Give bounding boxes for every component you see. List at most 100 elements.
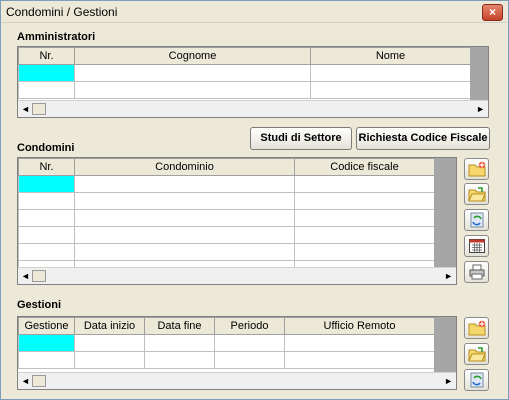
gestioni-table: Gestione Data inizio Data fine Periodo U… — [18, 317, 435, 369]
table-header: Nr. Condominio Codice fiscale — [18, 158, 435, 176]
scroll-left-icon[interactable]: ◄ — [21, 104, 30, 114]
grid-cell[interactable] — [74, 334, 145, 352]
folder-open-icon — [468, 187, 486, 202]
condomini-label: Condomini — [17, 142, 75, 154]
horizontal-scrollbar[interactable]: ◄ ► — [18, 267, 456, 284]
studi-di-settore-button[interactable]: Studi di Settore — [250, 127, 352, 150]
column-header-data-fine[interactable]: Data fine — [144, 317, 215, 335]
table-row[interactable] — [18, 243, 435, 261]
grid-cell[interactable] — [310, 64, 471, 82]
scroll-right-icon[interactable]: ► — [476, 104, 485, 114]
column-header-condominio[interactable]: Condominio — [74, 158, 295, 176]
amministratori-grid: Nr. Cognome Nome ◄ ► — [17, 46, 489, 118]
amministratori-label: Amministratori — [17, 31, 96, 43]
grid-cell[interactable] — [294, 192, 435, 210]
condomini-table: Nr. Condominio Codice fiscale — [18, 158, 435, 278]
grid-cell[interactable] — [294, 175, 435, 193]
grid-cell[interactable] — [294, 226, 435, 244]
table-header: Gestione Data inizio Data fine Periodo U… — [18, 317, 435, 335]
folder-new-icon — [468, 320, 486, 336]
scroll-right-icon[interactable]: ► — [444, 376, 453, 386]
print-button[interactable] — [464, 261, 489, 283]
grid-cell[interactable] — [310, 81, 471, 99]
scrollbar-thumb[interactable] — [32, 375, 46, 387]
grid-cell[interactable] — [74, 209, 295, 227]
table-row[interactable] — [18, 64, 471, 82]
grid-cell[interactable] — [18, 81, 75, 99]
refresh-icon — [470, 372, 484, 388]
grid-cell[interactable] — [74, 351, 145, 369]
scrollbar-thumb[interactable] — [32, 270, 46, 282]
grid-cell[interactable] — [74, 243, 295, 261]
new-gestione-button[interactable] — [464, 317, 489, 339]
column-header-ufficio-remoto[interactable]: Ufficio Remoto — [284, 317, 435, 335]
horizontal-scrollbar[interactable]: ◄ ► — [18, 100, 488, 117]
calendar-icon — [469, 239, 485, 253]
folder-new-icon — [468, 161, 486, 177]
window-title: Condomini / Gestioni — [6, 5, 118, 19]
folder-open-icon — [468, 347, 486, 362]
table-row[interactable] — [18, 81, 471, 99]
column-header-nome[interactable]: Nome — [310, 47, 471, 65]
grid-cell[interactable] — [74, 226, 295, 244]
gestioni-grid: Gestione Data inizio Data fine Periodo U… — [17, 316, 457, 390]
grid-cell[interactable] — [294, 209, 435, 227]
table-row[interactable] — [18, 209, 435, 227]
table-row[interactable] — [18, 334, 435, 352]
grid-cell[interactable] — [144, 334, 215, 352]
grid-cell[interactable] — [284, 351, 435, 369]
condomini-gestioni-window: Condomini / Gestioni × Amministratori Nr… — [0, 0, 509, 400]
table-row[interactable] — [18, 226, 435, 244]
table-row[interactable] — [18, 175, 435, 193]
refresh-icon — [470, 212, 484, 228]
grid-empty-area — [434, 158, 456, 267]
table-row[interactable] — [18, 192, 435, 210]
column-header-nr[interactable]: Nr. — [18, 47, 75, 65]
richiesta-codice-fiscale-button[interactable]: Richiesta Codice Fiscale — [356, 127, 490, 150]
grid-cell[interactable] — [18, 351, 75, 369]
column-header-cognome[interactable]: Cognome — [74, 47, 311, 65]
column-header-data-inizio[interactable]: Data inizio — [74, 317, 145, 335]
grid-cell[interactable] — [284, 334, 435, 352]
column-header-nr[interactable]: Nr. — [18, 158, 75, 176]
grid-cell[interactable] — [18, 209, 75, 227]
grid-cell[interactable] — [74, 192, 295, 210]
grid-cell[interactable] — [18, 243, 75, 261]
calendar-button[interactable] — [464, 235, 489, 257]
open-gestione-button[interactable] — [464, 343, 489, 365]
grid-cell-selected[interactable] — [18, 175, 75, 193]
scroll-left-icon[interactable]: ◄ — [21, 271, 30, 281]
refresh-gestione-button[interactable] — [464, 369, 489, 391]
scroll-right-icon[interactable]: ► — [444, 271, 453, 281]
grid-cell[interactable] — [18, 192, 75, 210]
column-header-codice-fiscale[interactable]: Codice fiscale — [294, 158, 435, 176]
gestioni-label: Gestioni — [17, 299, 62, 311]
title-bar: Condomini / Gestioni × — [2, 2, 507, 23]
grid-cell[interactable] — [74, 175, 295, 193]
grid-cell[interactable] — [294, 243, 435, 261]
grid-cell[interactable] — [74, 81, 311, 99]
open-condominio-button[interactable] — [464, 183, 489, 205]
grid-cell[interactable] — [18, 226, 75, 244]
column-header-periodo[interactable]: Periodo — [214, 317, 285, 335]
grid-cell[interactable] — [144, 351, 215, 369]
grid-cell-selected[interactable] — [18, 64, 75, 82]
grid-cell[interactable] — [214, 334, 285, 352]
grid-empty-area — [434, 317, 456, 372]
grid-cell[interactable] — [214, 351, 285, 369]
close-button[interactable]: × — [482, 4, 503, 21]
horizontal-scrollbar[interactable]: ◄ ► — [18, 372, 456, 389]
new-condominio-button[interactable] — [464, 158, 489, 180]
table-header: Nr. Cognome Nome — [18, 47, 471, 65]
table-row[interactable] — [18, 351, 435, 369]
column-header-gestione[interactable]: Gestione — [18, 317, 75, 335]
grid-empty-area — [470, 47, 488, 100]
scroll-left-icon[interactable]: ◄ — [21, 376, 30, 386]
grid-cell-selected[interactable] — [18, 334, 75, 352]
condomini-grid: Nr. Condominio Codice fiscale ◄ ► — [17, 157, 457, 285]
refresh-condominio-button[interactable] — [464, 209, 489, 231]
amministratori-table: Nr. Cognome Nome — [18, 47, 471, 99]
printer-icon — [469, 264, 485, 280]
scrollbar-thumb[interactable] — [32, 103, 46, 115]
grid-cell[interactable] — [74, 64, 311, 82]
